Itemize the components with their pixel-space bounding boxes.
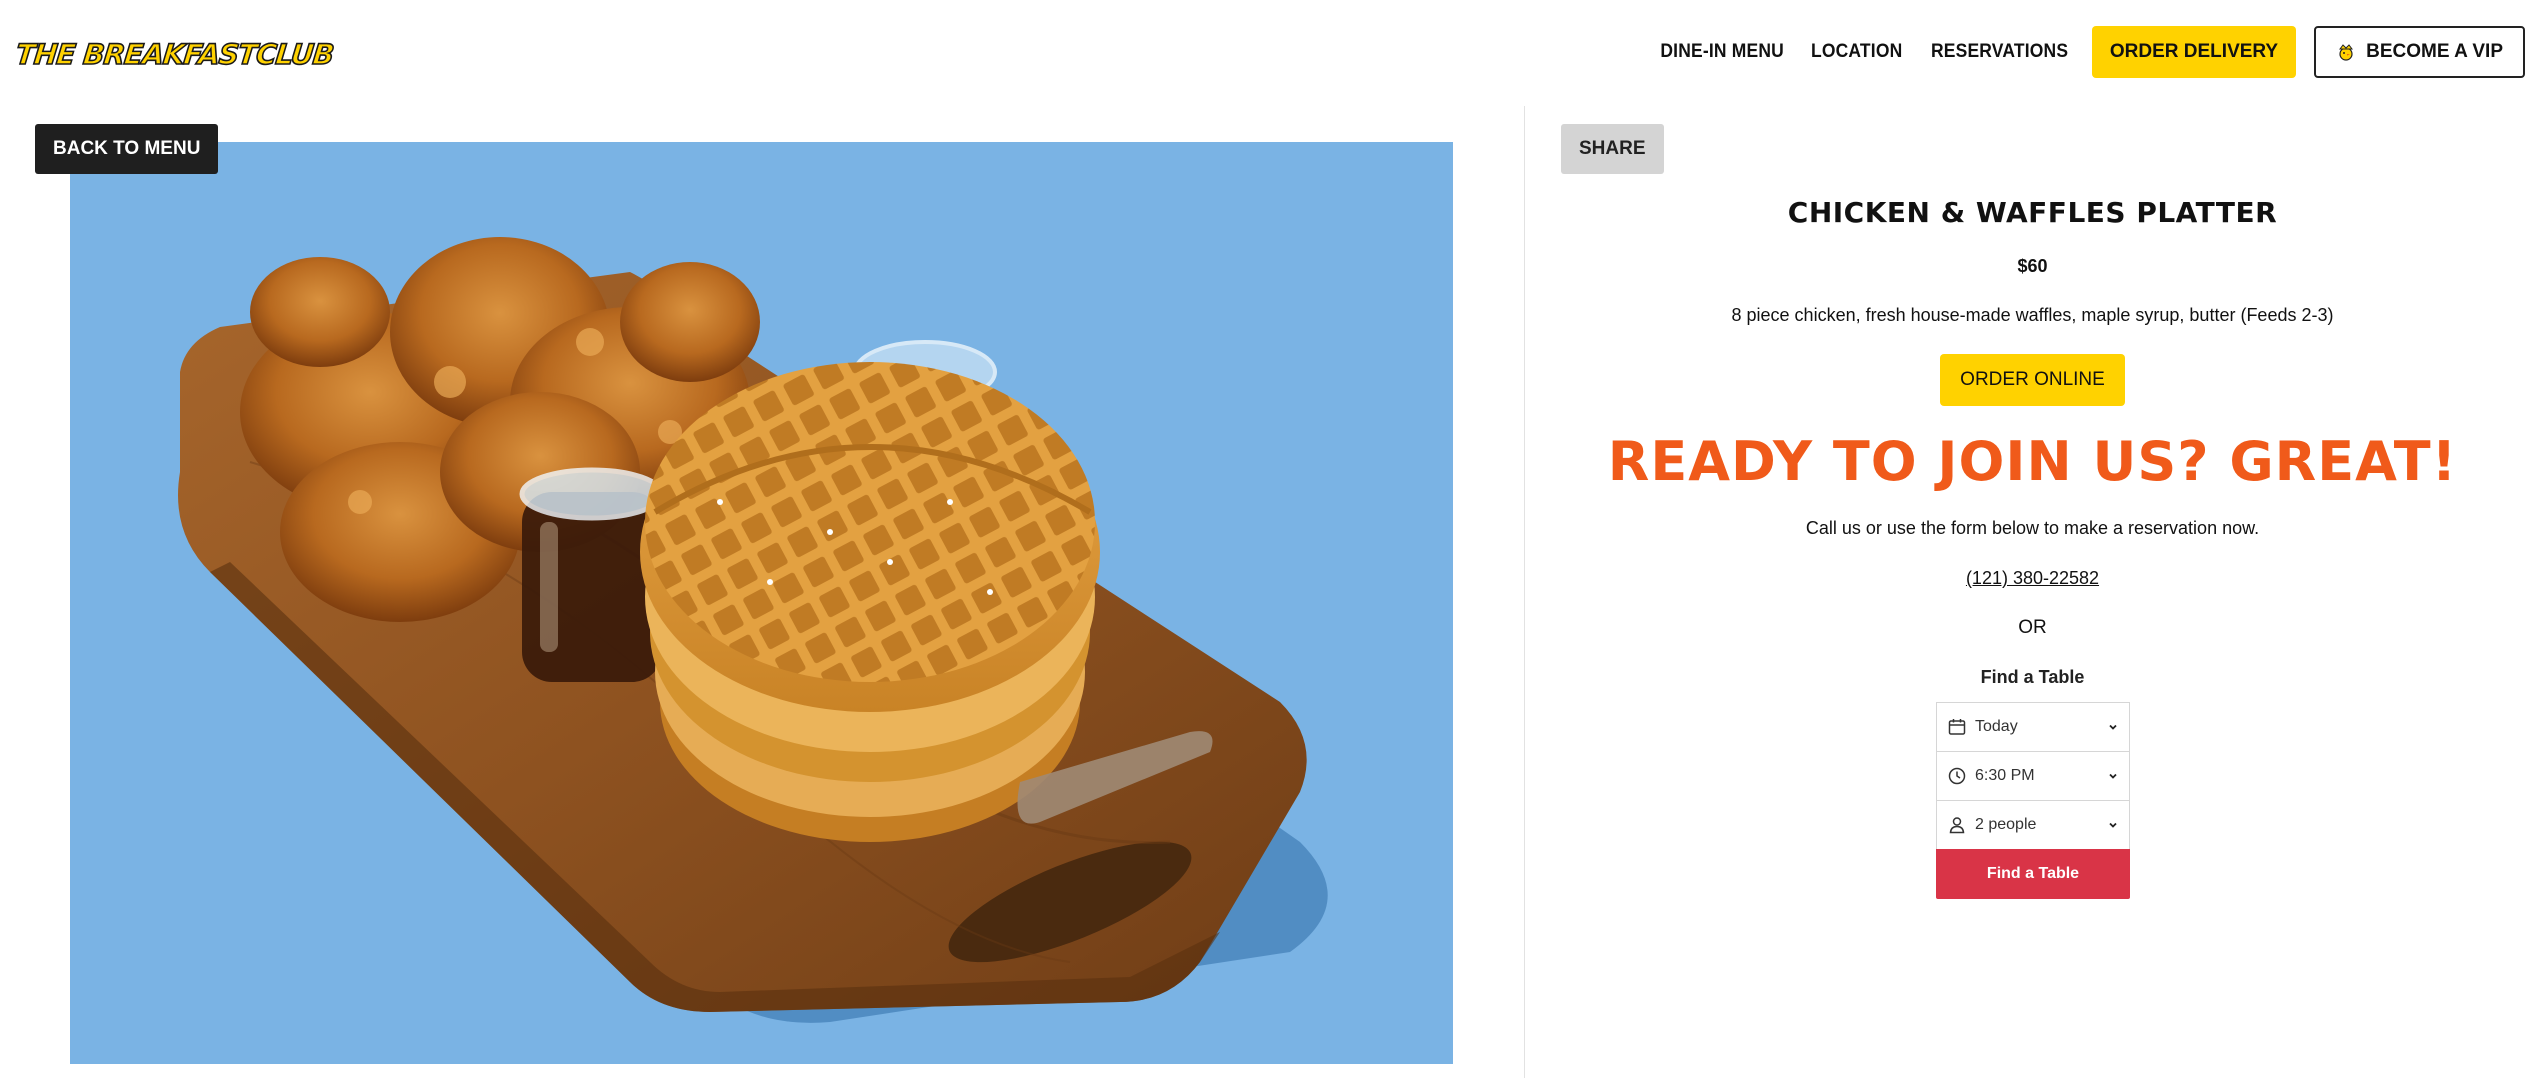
reservation-headline: READY TO JOIN US? GREAT! xyxy=(1607,430,2458,493)
chevron-down-icon xyxy=(2109,724,2117,730)
item-price: $60 xyxy=(2017,256,2048,276)
food-illustration xyxy=(70,142,1453,1064)
column-divider xyxy=(1524,106,1525,1078)
share-button[interactable]: SHARE xyxy=(1561,124,1664,174)
back-to-menu-label: BACK TO MENU xyxy=(53,138,201,159)
nav-dine-in-menu[interactable]: DINE-IN MENU xyxy=(1660,41,1784,63)
main-nav: DINE-IN MENU LOCATION RESERVATIONS ORDER… xyxy=(1655,26,2525,78)
order-online-container: ORDER ONLINE xyxy=(1560,354,2505,406)
find-a-table-button[interactable]: Find a Table xyxy=(1936,849,2130,899)
nav-location[interactable]: LOCATION xyxy=(1811,41,1902,63)
or-separator: OR xyxy=(2018,617,2047,638)
item-title: CHICKEN & WAFFLES PLATTER xyxy=(1787,196,2278,229)
phone-link[interactable]: (121) 380-22582 xyxy=(1966,568,2099,588)
logo-wordmark: The BreakfastClub xyxy=(13,37,335,72)
reservation-widget: Today 6:30 PM 2 people Find a Table xyxy=(1936,702,2130,899)
find-a-table-label: Find a Table xyxy=(1986,865,2080,882)
chevron-down-icon xyxy=(2109,822,2117,828)
crown-chick-icon xyxy=(2339,44,2354,61)
reservation-subtext: Call us or use the form below to make a … xyxy=(1805,518,2260,538)
nav-reservations[interactable]: RESERVATIONS xyxy=(1931,41,2068,63)
person-icon xyxy=(1949,817,1965,834)
back-to-menu-button[interactable]: BACK TO MENU xyxy=(35,124,219,174)
order-delivery-button[interactable]: ORDER DELIVERY xyxy=(2091,26,2297,78)
item-description: 8 piece chicken, fresh house-made waffle… xyxy=(1731,305,2334,325)
date-select[interactable]: Today xyxy=(1936,702,2130,751)
party-size-value: 2 people xyxy=(1975,816,2037,833)
site-header: The BreakfastClub DINE-IN MENU LOCATION … xyxy=(0,0,2539,100)
date-value: Today xyxy=(1975,718,2018,735)
find-table-title: Find a Table xyxy=(1980,667,2085,687)
time-select[interactable]: 6:30 PM xyxy=(1936,751,2130,800)
order-online-label: ORDER ONLINE xyxy=(1960,369,2105,390)
share-label: SHARE xyxy=(1579,138,1646,159)
chicken-and-waffles-photo xyxy=(70,142,1453,1064)
logo[interactable]: The BreakfastClub xyxy=(13,34,335,74)
phone-number-container: (121) 380-22582 xyxy=(1560,568,2505,589)
chevron-down-icon xyxy=(2109,773,2117,779)
party-size-select[interactable]: 2 people xyxy=(1936,800,2130,849)
time-value: 6:30 PM xyxy=(1975,767,2035,784)
calendar-icon xyxy=(1948,719,1966,735)
become-vip-button[interactable]: BECOME A VIP xyxy=(2314,26,2525,78)
order-online-button[interactable]: ORDER ONLINE xyxy=(1940,354,2125,406)
become-vip-label: BECOME A VIP xyxy=(2366,41,2503,62)
order-delivery-label: ORDER DELIVERY xyxy=(2109,41,2279,62)
clock-icon xyxy=(1948,767,1966,785)
